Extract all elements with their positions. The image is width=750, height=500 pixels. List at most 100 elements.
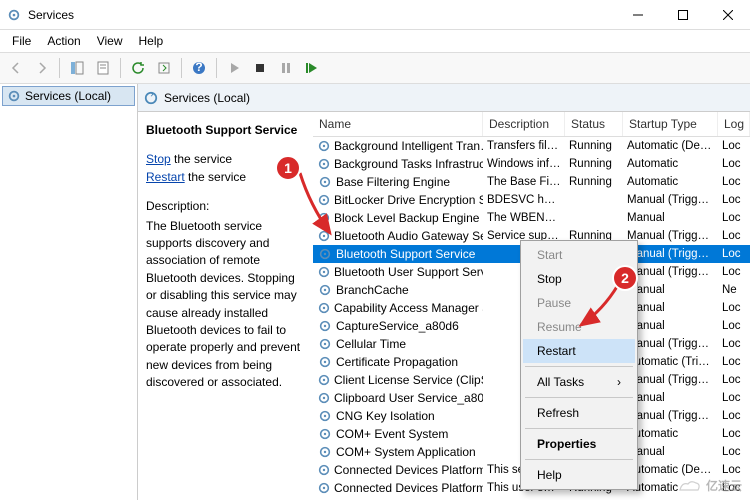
ctx-restart[interactable]: Restart [523, 339, 635, 363]
service-name-cell: Capability Access Manager S… [334, 301, 483, 315]
service-name-cell: Bluetooth User Support Serv… [334, 265, 483, 279]
back-button[interactable] [4, 56, 28, 80]
service-startup-cell: Manual (Trigg… [623, 193, 718, 207]
service-name-cell: COM+ System Application [336, 445, 476, 459]
tree-root-label: Services (Local) [25, 89, 111, 103]
start-service-button[interactable] [222, 56, 246, 80]
col-name[interactable]: Name [313, 112, 483, 136]
service-name-cell: Bluetooth Support Service [336, 247, 475, 261]
table-row[interactable]: BitLocker Drive Encryption S…BDESVC hos…… [313, 191, 750, 209]
refresh-icon[interactable] [144, 91, 158, 105]
service-name-cell: Block Level Backup Engine S… [334, 211, 483, 225]
pause-service-button[interactable] [274, 56, 298, 80]
forward-button[interactable] [30, 56, 54, 80]
gear-icon [317, 426, 333, 442]
toolbar-separator [120, 58, 121, 78]
maximize-button[interactable] [660, 0, 705, 30]
restart-suffix: the service [185, 170, 246, 184]
service-logon-cell: Loc [718, 211, 750, 225]
gear-icon [317, 408, 333, 424]
properties-button[interactable] [91, 56, 115, 80]
restart-service-button[interactable] [300, 56, 324, 80]
service-name-cell: Connected Devices Platform … [334, 481, 483, 495]
table-row[interactable]: Base Filtering EngineThe Base Filt…Runni… [313, 173, 750, 191]
col-logon[interactable]: Log [718, 112, 750, 136]
menu-help[interactable]: Help [131, 32, 172, 50]
menu-bar: File Action View Help [0, 30, 750, 52]
menu-file[interactable]: File [4, 32, 39, 50]
refresh-button[interactable] [126, 56, 150, 80]
gear-icon [317, 318, 333, 334]
close-button[interactable] [705, 0, 750, 30]
col-startup[interactable]: Startup Type [623, 112, 718, 136]
gear-icon [317, 228, 331, 244]
stop-link[interactable]: Stop [146, 152, 171, 166]
service-logon-cell: Loc [718, 175, 750, 189]
gear-icon [317, 264, 331, 280]
callout-1: 1 [275, 155, 301, 181]
menu-view[interactable]: View [89, 32, 131, 50]
service-name-cell: COM+ Event System [336, 427, 448, 441]
tree-root-services-local[interactable]: Services (Local) [2, 86, 135, 106]
service-logon-cell: Loc [718, 409, 750, 423]
service-name-cell: Background Tasks Infrastruc… [334, 157, 483, 171]
table-row[interactable]: Background Tasks Infrastruc…Windows inf…… [313, 155, 750, 173]
service-status-cell: Running [565, 175, 623, 189]
help-button[interactable]: ? [187, 56, 211, 80]
gear-icon [317, 444, 333, 460]
service-name-cell: BranchCache [336, 283, 409, 297]
service-startup-cell: Manual [623, 211, 718, 225]
col-description[interactable]: Description [483, 112, 565, 136]
table-header: Name Description Status Startup Type Log [313, 112, 750, 137]
service-logon-cell: Loc [718, 247, 750, 261]
table-row[interactable]: Block Level Backup Engine S…The WBENGI…M… [313, 209, 750, 227]
ctx-resume[interactable]: Resume [523, 315, 635, 339]
content-header-title: Services (Local) [164, 91, 250, 105]
service-logon-cell: Loc [718, 265, 750, 279]
service-status-cell: Running [565, 139, 623, 153]
content-header: Services (Local) [138, 84, 750, 112]
service-startup-cell: Automatic [623, 175, 718, 189]
restart-link[interactable]: Restart [146, 170, 185, 184]
tree-panel: Services (Local) [0, 84, 138, 500]
gear-icon [317, 336, 333, 352]
ctx-separator [525, 366, 633, 367]
service-name-cell: Connected Devices Platform … [334, 463, 483, 477]
service-name-cell: CNG Key Isolation [336, 409, 435, 423]
menu-action[interactable]: Action [39, 32, 88, 50]
gear-icon [317, 138, 331, 154]
content-panel: Services (Local) Bluetooth Support Servi… [138, 84, 750, 500]
export-list-button[interactable] [152, 56, 176, 80]
svg-text:?: ? [195, 61, 202, 74]
service-startup-cell: Automatic (De… [623, 139, 718, 153]
minimize-button[interactable] [615, 0, 660, 30]
ctx-help[interactable]: Help [523, 463, 635, 487]
table-row[interactable]: Background Intelligent Tran…Transfers fi… [313, 137, 750, 155]
ctx-pause[interactable]: Pause [523, 291, 635, 315]
ctx-separator [525, 459, 633, 460]
col-status[interactable]: Status [565, 112, 623, 136]
gear-icon [317, 192, 331, 208]
show-hide-tree-button[interactable] [65, 56, 89, 80]
gear-icon [317, 354, 333, 370]
service-name-cell: Certificate Propagation [336, 355, 458, 369]
app-icon [6, 7, 22, 23]
gear-icon [317, 210, 331, 226]
service-logon-cell: Loc [718, 139, 750, 153]
stop-service-button[interactable] [248, 56, 272, 80]
ctx-all-tasks[interactable]: All Tasks [523, 370, 635, 394]
ctx-refresh[interactable]: Refresh [523, 401, 635, 425]
service-name-cell: Cellular Time [336, 337, 406, 351]
title-bar: Services [0, 0, 750, 30]
description-label: Description: [146, 198, 305, 215]
callout-2: 2 [612, 265, 638, 291]
service-name-cell: BitLocker Drive Encryption S… [334, 193, 483, 207]
service-logon-cell: Loc [718, 319, 750, 333]
ctx-start[interactable]: Start [523, 243, 635, 267]
ctx-properties[interactable]: Properties [523, 432, 635, 456]
service-logon-cell: Loc [718, 445, 750, 459]
gear-icon [7, 89, 21, 103]
gear-icon [317, 480, 331, 496]
toolbar-separator [216, 58, 217, 78]
service-name-cell: Background Intelligent Tran… [334, 139, 483, 153]
